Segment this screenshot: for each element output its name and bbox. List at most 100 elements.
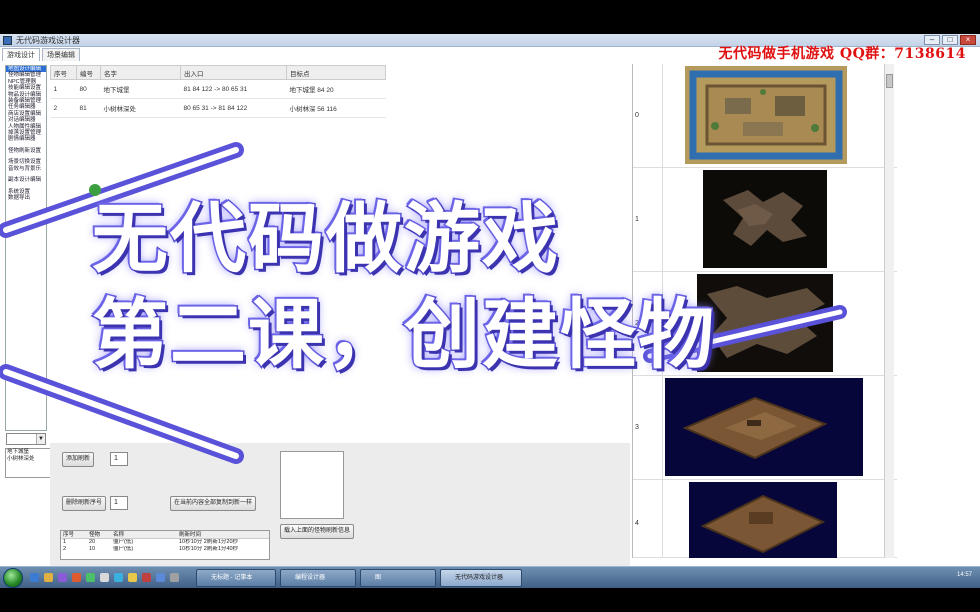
ie-icon[interactable] bbox=[30, 573, 39, 582]
col-monster[interactable]: 怪物 bbox=[87, 531, 111, 538]
col-index[interactable]: 序号 bbox=[61, 531, 87, 538]
map-table: 序号 编号 名字 出入口 目标点 1 80 地下城堡 81 84 122 -> … bbox=[50, 65, 386, 118]
load-spawn-button[interactable]: 载入上面的怪物刷新信息 bbox=[280, 524, 355, 539]
cell-index: 2 bbox=[50, 98, 77, 118]
table-header-row: 序号 怪物 名称 刷新时间 bbox=[61, 531, 269, 539]
map-preview-list: 0 1 2 3 4 bbox=[632, 64, 897, 558]
editor-nav-list: 地图设计编辑 怪物编辑管理 NPC管理器 技能编辑设置 物品设计编辑 装备编辑管理 任务编辑… bbox=[5, 65, 47, 431]
window-title: 无代码游戏设计器 bbox=[16, 36, 80, 45]
table-row[interactable]: 1 80 地下城堡 81 84 122 -> 80 65 31 地下城堡 84 … bbox=[50, 79, 386, 99]
taskbar-notepad[interactable]: 无标题 - 记事本 bbox=[196, 569, 276, 587]
cell-monster: 20 bbox=[89, 539, 96, 545]
cell-name: 僵尸(低) bbox=[113, 546, 134, 552]
delete-spawn-button[interactable]: 删除刷新序号 bbox=[62, 496, 107, 511]
cell-id: 80 bbox=[76, 79, 101, 99]
col-id[interactable]: 编号 bbox=[76, 65, 101, 80]
app-icon[interactable] bbox=[142, 573, 151, 582]
spawn-table: 序号 怪物 名称 刷新时间 1 20 僵尸(低) 10秒10分 2刷新1分20秒… bbox=[60, 530, 270, 560]
table-row[interactable]: 2 10 僵尸(低) 10秒10分 2刷新1分40秒 bbox=[61, 546, 269, 553]
map-index-cell: 0 bbox=[633, 64, 663, 168]
interior-map-thumbnail[interactable] bbox=[665, 378, 863, 476]
cell-name: 僵尸(低) bbox=[113, 539, 134, 545]
taskbar-image[interactable]: 图 bbox=[360, 569, 436, 587]
map-index: 4 bbox=[635, 520, 639, 527]
cell-respawn: 10秒10分 2刷新1分20秒 bbox=[179, 539, 238, 545]
cell-monster: 10 bbox=[89, 546, 96, 552]
cell-index: 1 bbox=[63, 539, 67, 545]
col-target[interactable]: 目标点 bbox=[286, 65, 386, 80]
app-icon[interactable] bbox=[170, 573, 179, 582]
nav-item[interactable]: 技能编辑设置 bbox=[6, 85, 46, 91]
app-icon[interactable] bbox=[100, 573, 109, 582]
app-icon[interactable] bbox=[72, 573, 81, 582]
map-select-dropdown[interactable]: ▼ bbox=[6, 433, 46, 445]
app-icon[interactable] bbox=[128, 573, 137, 582]
map-list-scrollbar[interactable] bbox=[884, 64, 894, 558]
clock[interactable]: 14:57 bbox=[957, 572, 972, 578]
scrollbar-thumb[interactable] bbox=[886, 74, 893, 88]
dungeon-map-thumbnail[interactable] bbox=[697, 274, 833, 372]
tab-scene-edit[interactable]: 场景编辑 bbox=[42, 48, 80, 61]
nav-item[interactable]: 音效与背景乐 bbox=[6, 166, 46, 172]
video-top-letterbox bbox=[0, 0, 980, 34]
map-index-cell: 1 bbox=[633, 168, 663, 272]
col-portal[interactable]: 出入口 bbox=[180, 65, 287, 80]
app-icon[interactable] bbox=[114, 573, 123, 582]
cell-index: 2 bbox=[63, 546, 67, 552]
add-count-input[interactable]: 1 bbox=[110, 452, 128, 466]
add-spawn-button[interactable]: 添加刷新 bbox=[62, 452, 95, 467]
app-icon bbox=[3, 36, 12, 45]
map-index: 1 bbox=[635, 216, 639, 223]
app-icon[interactable] bbox=[156, 573, 165, 582]
nav-item[interactable]: 怪物编辑管理 bbox=[6, 72, 46, 78]
list-item[interactable]: 小树林深处 bbox=[6, 456, 56, 463]
delete-index-input[interactable]: 1 bbox=[110, 496, 128, 510]
cell-id: 81 bbox=[76, 98, 101, 118]
cell-name: 小树林深处 bbox=[100, 98, 181, 118]
cell-name: 地下城堡 bbox=[100, 79, 181, 99]
monster-preview-box bbox=[280, 451, 344, 519]
col-name[interactable]: 名称 bbox=[111, 531, 177, 538]
nav-separator bbox=[6, 201, 46, 206]
map-index: 3 bbox=[635, 424, 639, 431]
nav-item[interactable]: 怪物刷新设置 bbox=[6, 148, 46, 154]
map-index-cell: 4 bbox=[633, 480, 663, 558]
table-header-row: 序号 编号 名字 出入口 目标点 bbox=[50, 65, 386, 80]
start-button-icon[interactable] bbox=[3, 568, 23, 588]
nav-item[interactable]: 副本设计编辑 bbox=[6, 177, 46, 183]
col-index[interactable]: 序号 bbox=[50, 65, 77, 80]
map-index-cell: 3 bbox=[633, 376, 663, 480]
table-row[interactable]: 2 81 小树林深处 80 65 31 -> 81 84 122 小树林深 56… bbox=[50, 98, 386, 118]
house-map-thumbnail[interactable] bbox=[689, 482, 837, 558]
town-map-thumbnail[interactable] bbox=[685, 66, 847, 164]
map-thumb-row[interactable] bbox=[663, 480, 897, 558]
col-respawn[interactable]: 刷新时间 bbox=[177, 531, 267, 538]
cell-index: 1 bbox=[50, 79, 77, 99]
copy-all-button[interactable]: 在当前内容全部复制到新一样 bbox=[170, 496, 257, 511]
windows-taskbar: 无标题 - 记事本 编程设计器 图 无代码游戏设计器 14:57 bbox=[0, 566, 980, 588]
taskbar-game-designer[interactable]: 无代码游戏设计器 bbox=[440, 569, 522, 587]
cell-portal: 80 65 31 -> 81 84 122 bbox=[180, 98, 287, 118]
chevron-down-icon[interactable]: ▼ bbox=[36, 434, 45, 444]
map-index-cell: 2 bbox=[633, 272, 663, 376]
col-name[interactable]: 名字 bbox=[100, 65, 181, 80]
cave-map-thumbnail[interactable] bbox=[703, 170, 827, 268]
nav-item[interactable]: 场景切换设置 bbox=[6, 159, 46, 165]
map-table-area: 序号 编号 名字 出入口 目标点 1 80 地下城堡 81 84 122 -> … bbox=[50, 65, 386, 118]
app-window: 无代码游戏设计器 – □ × 无代码做手机游戏 QQ群：7138614 游戏设计… bbox=[0, 34, 980, 566]
map-index: 2 bbox=[635, 320, 639, 327]
tab-game-design[interactable]: 游戏设计 bbox=[2, 48, 40, 61]
media-icon[interactable] bbox=[58, 573, 67, 582]
map-thumb-row[interactable] bbox=[663, 272, 897, 376]
folder-icon[interactable] bbox=[44, 573, 53, 582]
map-index: 0 bbox=[635, 112, 639, 119]
app-icon[interactable] bbox=[86, 573, 95, 582]
taskbar-designer[interactable]: 编程设计器 bbox=[280, 569, 356, 587]
table-row[interactable]: 1 20 僵尸(低) 10秒10分 2刷新1分20秒 bbox=[61, 539, 269, 546]
map-thumb-row[interactable] bbox=[663, 64, 897, 168]
cell-portal: 81 84 122 -> 80 65 31 bbox=[180, 79, 287, 99]
map-thumb-row[interactable] bbox=[663, 376, 897, 480]
map-thumb-row[interactable] bbox=[663, 168, 897, 272]
main-tabstrip: 游戏设计 场景编辑 bbox=[2, 48, 82, 61]
video-bottom-letterbox bbox=[0, 588, 980, 612]
